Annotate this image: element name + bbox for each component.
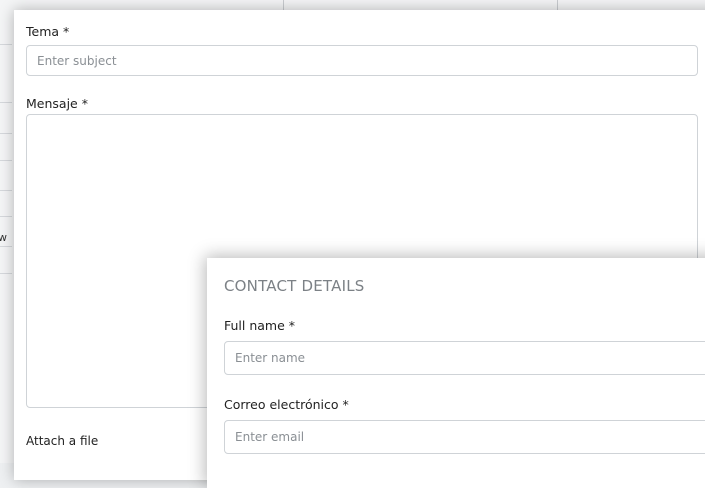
full-name-label: Full name * [224, 318, 296, 333]
background-row-line [0, 216, 12, 217]
message-label: Mensaje * [26, 96, 88, 111]
background-divider [557, 0, 558, 10]
email-input[interactable] [224, 420, 705, 454]
background-row-line [0, 102, 12, 103]
background-row-line [0, 190, 12, 191]
background-row-line [0, 133, 12, 134]
attach-file-link[interactable]: Attach a file [26, 434, 98, 448]
background-row-line [0, 44, 12, 45]
subject-label: Tema * [26, 24, 70, 39]
background-row-line [0, 160, 12, 161]
contact-details-panel: CONTACT DETAILS Full name * Correo elect… [207, 258, 705, 488]
subject-input[interactable] [26, 45, 698, 76]
contact-details-title: CONTACT DETAILS [224, 277, 365, 295]
full-name-input[interactable] [224, 341, 705, 375]
background-row-line [0, 246, 12, 247]
background-divider [283, 0, 284, 10]
email-label: Correo electrónico * [224, 397, 349, 412]
background-clipped-text: w [0, 231, 7, 244]
background-row-line [0, 273, 12, 274]
